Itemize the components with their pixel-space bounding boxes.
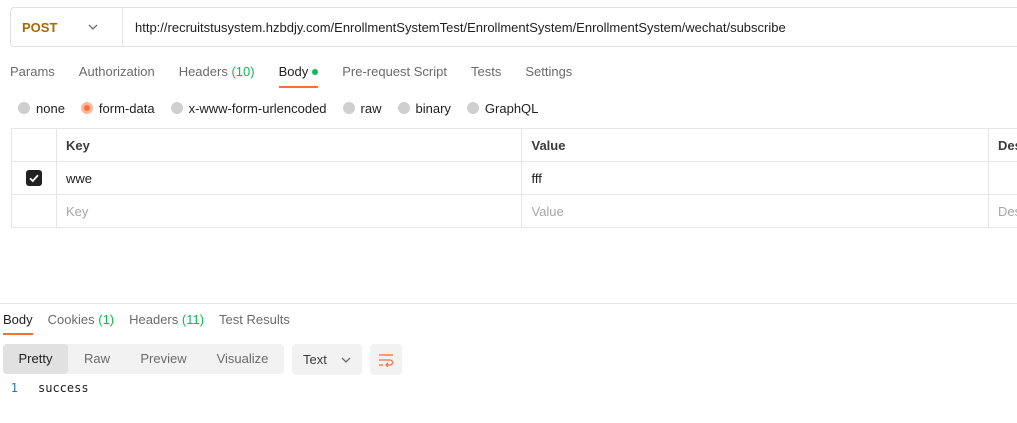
body-type-graphql[interactable]: GraphQL [466, 100, 539, 116]
line-number: 1 [10, 381, 18, 395]
body-type-label: binary [415, 100, 451, 116]
key-cell[interactable]: wwe [57, 162, 523, 194]
response-body-code: 1 success [0, 381, 89, 395]
tab-label: Settings [525, 64, 573, 79]
wrap-lines-button[interactable] [370, 344, 402, 375]
modified-dot-icon [312, 68, 319, 75]
wrap-lines-icon [379, 353, 394, 367]
value-cell[interactable]: fff [522, 162, 990, 194]
radio-selected-icon [80, 102, 93, 114]
radio-icon [397, 102, 410, 114]
table-row: wwe fff [12, 162, 1017, 195]
response-tab-headers[interactable]: Headers (11) [129, 311, 204, 335]
chevron-down-icon [88, 24, 98, 30]
tab-count: (10) [231, 64, 255, 79]
tab-settings[interactable]: Settings [525, 62, 572, 88]
tab-count: (11) [181, 312, 205, 327]
tab-label: Authorization [78, 64, 155, 79]
radio-icon [466, 102, 479, 114]
view-mode-segmented: Pretty Raw Preview Visualize [3, 344, 284, 374]
tab-label: Tests [470, 64, 502, 79]
checkmark-icon [29, 174, 39, 183]
method-selector[interactable]: POST [11, 8, 123, 46]
response-text: success [38, 381, 89, 395]
value-input[interactable]: Value [522, 195, 990, 227]
header-check-cell [12, 129, 57, 161]
view-mode-preview[interactable]: Preview [126, 344, 201, 374]
body-type-label: form-data [98, 100, 155, 116]
tab-body[interactable]: Body [278, 62, 319, 88]
tab-label: Body [278, 64, 309, 79]
tab-label: Params [10, 64, 55, 79]
tab-count: (1) [98, 312, 115, 327]
table-header-row: Key Value Des [12, 129, 1017, 162]
tab-headers[interactable]: Headers (10) [179, 62, 255, 88]
url-bar: POST http://recruitstusystem.hzbdjy.com/… [10, 7, 1017, 47]
request-tabs: Params Authorization Headers (10) Body P… [10, 62, 596, 90]
response-tab-body[interactable]: Body [3, 311, 33, 335]
url-input[interactable]: http://recruitstusystem.hzbdjy.com/Enrol… [123, 20, 786, 35]
row-check-cell [12, 162, 57, 194]
tab-label: Cookies [47, 312, 95, 327]
body-type-urlencoded[interactable]: x-www-form-urlencoded [170, 100, 327, 116]
chevron-down-icon [341, 357, 351, 363]
tab-authorization[interactable]: Authorization [79, 62, 155, 88]
format-label: Text [303, 352, 327, 367]
row-enabled-checkbox[interactable] [25, 170, 42, 186]
form-data-table: Key Value Des wwe fff Key Value Des [11, 128, 1017, 228]
body-type-form-data[interactable]: form-data [80, 100, 155, 116]
response-tab-test-results[interactable]: Test Results [219, 311, 290, 335]
body-type-options: none form-data x-www-form-urlencoded raw… [18, 100, 554, 116]
method-label: POST [22, 19, 58, 35]
body-type-label: x-www-form-urlencoded [188, 100, 327, 116]
body-type-none[interactable]: none [18, 100, 65, 116]
table-row-placeholder: Key Value Des [12, 195, 1017, 227]
radio-icon [342, 102, 355, 114]
tab-label: Headers [129, 312, 179, 327]
tab-tests[interactable]: Tests [471, 62, 501, 88]
row-check-cell [12, 195, 57, 227]
body-type-label: raw [360, 100, 382, 116]
response-tab-cookies[interactable]: Cookies (1) [48, 311, 114, 335]
response-tabs: Body Cookies (1) Headers (11) Test Resul… [3, 311, 305, 335]
view-mode-visualize[interactable]: Visualize [201, 344, 284, 374]
tab-params[interactable]: Params [10, 62, 55, 88]
body-type-label: GraphQL [484, 100, 539, 116]
column-header-key: Key [57, 129, 523, 161]
column-header-value: Value [522, 129, 990, 161]
tab-label: Test Results [219, 312, 290, 327]
body-type-binary[interactable]: binary [397, 100, 451, 116]
tab-label: Body [3, 312, 33, 327]
format-dropdown[interactable]: Text [292, 344, 362, 375]
response-divider[interactable] [0, 303, 1017, 304]
column-header-description: Des [998, 137, 1017, 153]
radio-icon [18, 102, 30, 114]
radio-icon [170, 102, 183, 114]
tab-pre-request-script[interactable]: Pre-request Script [342, 62, 447, 88]
tab-label: Headers [178, 64, 228, 79]
view-mode-pretty[interactable]: Pretty [3, 344, 68, 374]
description-cell[interactable] [989, 162, 1017, 194]
body-type-raw[interactable]: raw [342, 100, 382, 116]
tab-label: Pre-request Script [342, 64, 447, 79]
key-input[interactable]: Key [57, 195, 523, 227]
view-mode-raw[interactable]: Raw [68, 344, 126, 374]
description-input[interactable]: Des [989, 195, 1017, 227]
body-type-label: none [36, 100, 65, 116]
